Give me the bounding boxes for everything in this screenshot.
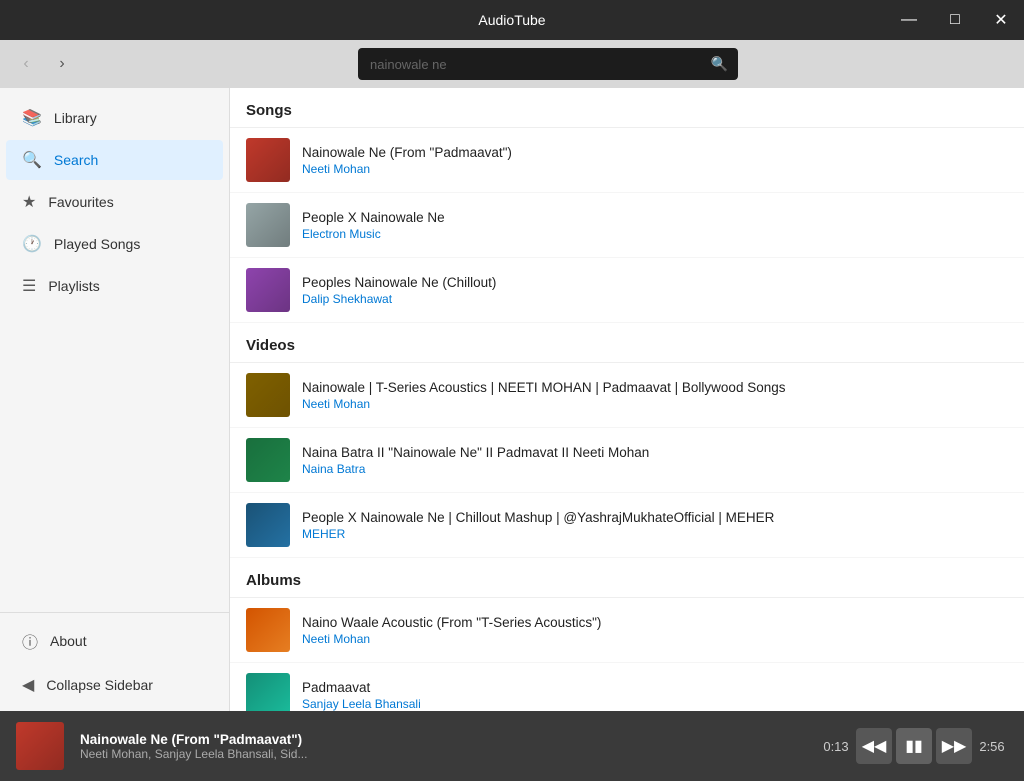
- close-button[interactable]: ✕: [978, 0, 1024, 40]
- list-item[interactable]: Naino Waale Acoustic (From "T-Series Aco…: [230, 598, 1024, 663]
- sidebar-item-library[interactable]: 📚 Library: [6, 98, 223, 138]
- video-info: Nainowale | T-Series Acoustics | NEETI M…: [302, 380, 973, 411]
- sidebar-label-about: About: [50, 633, 87, 649]
- search-input[interactable]: [358, 48, 738, 80]
- album-info: Naino Waale Acoustic (From "T-Series Aco…: [302, 615, 973, 646]
- forward-button[interactable]: ›: [48, 50, 76, 78]
- video-title: Nainowale | T-Series Acoustics | NEETI M…: [302, 380, 973, 395]
- album-artist: Neeti Mohan: [302, 632, 973, 646]
- sidebar-item-playlists[interactable]: ☰ Playlists: [6, 266, 223, 306]
- sidebar-item-search[interactable]: 🔍 Search: [6, 140, 223, 180]
- video-info: Naina Batra II "Nainowale Ne" II Padmava…: [302, 445, 973, 476]
- section-title-songs: Songs: [230, 88, 1024, 128]
- album-title: Padmaavat: [302, 680, 973, 695]
- album-info: Padmaavat Sanjay Leela Bhansali: [302, 680, 973, 711]
- sidebar-item-favourites[interactable]: ★ Favourites: [6, 182, 223, 222]
- window-controls: — □ ✕: [886, 0, 1024, 40]
- search-icon: 🔍: [711, 56, 728, 73]
- sidebar-item-about[interactable]: ⓘ About: [6, 619, 223, 663]
- song-thumbnail: [246, 268, 290, 312]
- content-area: Songs Nainowale Ne (From "Padmaavat") Ne…: [230, 88, 1024, 711]
- sidebar-item-collapse[interactable]: ◀ Collapse Sidebar: [6, 665, 223, 705]
- favourites-icon: ★: [22, 192, 36, 212]
- song-title: People X Nainowale Ne: [302, 210, 973, 225]
- sidebar-item-played-songs[interactable]: 🕐 Played Songs: [6, 224, 223, 264]
- song-artist: Dalip Shekhawat: [302, 292, 973, 306]
- sidebar-label-favourites: Favourites: [48, 194, 113, 210]
- video-artist: MEHER: [302, 527, 973, 541]
- album-thumbnail: [246, 608, 290, 652]
- about-icon: ⓘ: [22, 629, 38, 653]
- video-artist: Naina Batra: [302, 462, 973, 476]
- video-thumbnail: [246, 438, 290, 482]
- player-info: Nainowale Ne (From "Padmaavat") Neeti Mo…: [80, 732, 804, 761]
- sidebar-label-playlists: Playlists: [48, 278, 99, 294]
- song-thumbnail: [246, 203, 290, 247]
- video-thumbnail: [246, 503, 290, 547]
- song-title: Peoples Nainowale Ne (Chillout): [302, 275, 973, 290]
- song-thumbnail: [246, 138, 290, 182]
- player-total-time: 2:56: [976, 739, 1008, 754]
- video-thumbnail: [246, 373, 290, 417]
- song-info: People X Nainowale Ne Electron Music: [302, 210, 973, 241]
- previous-button[interactable]: ◀◀: [856, 728, 892, 764]
- album-artist: Sanjay Leela Bhansali: [302, 697, 973, 711]
- list-item[interactable]: Nainowale Ne (From "Padmaavat") Neeti Mo…: [230, 128, 1024, 193]
- minimize-button[interactable]: —: [886, 0, 932, 40]
- maximize-button[interactable]: □: [932, 0, 978, 40]
- toolbar: ‹ › 🔍: [0, 40, 1024, 88]
- list-item[interactable]: People X Nainowale Ne Electron Music ⋮: [230, 193, 1024, 258]
- sidebar: 📚 Library 🔍 Search ★ Favourites 🕐 Played…: [0, 88, 230, 711]
- video-info: People X Nainowale Ne | Chillout Mashup …: [302, 510, 973, 541]
- sidebar-nav: 📚 Library 🔍 Search ★ Favourites 🕐 Played…: [0, 88, 229, 612]
- list-item[interactable]: Padmaavat Sanjay Leela Bhansali ⋮: [230, 663, 1024, 711]
- sidebar-label-library: Library: [54, 110, 97, 126]
- album-title: Naino Waale Acoustic (From "T-Series Aco…: [302, 615, 973, 630]
- list-item[interactable]: Nainowale | T-Series Acoustics | NEETI M…: [230, 363, 1024, 428]
- song-info: Nainowale Ne (From "Padmaavat") Neeti Mo…: [302, 145, 973, 176]
- song-artist: Neeti Mohan: [302, 162, 973, 176]
- video-artist: Neeti Mohan: [302, 397, 973, 411]
- sidebar-label-played-songs: Played Songs: [54, 236, 140, 252]
- song-title: Nainowale Ne (From "Padmaavat"): [302, 145, 973, 160]
- library-icon: 📚: [22, 108, 42, 128]
- list-item[interactable]: Peoples Nainowale Ne (Chillout) Dalip Sh…: [230, 258, 1024, 323]
- next-button[interactable]: ▶▶: [936, 728, 972, 764]
- video-title: People X Nainowale Ne | Chillout Mashup …: [302, 510, 973, 525]
- player-thumbnail: [16, 722, 64, 770]
- main-layout: 📚 Library 🔍 Search ★ Favourites 🕐 Played…: [0, 88, 1024, 711]
- pause-button[interactable]: ▮▮: [896, 728, 932, 764]
- search-bar: 🔍: [358, 48, 738, 80]
- playlists-icon: ☰: [22, 276, 36, 296]
- sidebar-label-collapse: Collapse Sidebar: [46, 677, 153, 693]
- sidebar-bottom: ⓘ About ◀ Collapse Sidebar: [0, 612, 229, 711]
- video-title: Naina Batra II "Nainowale Ne" II Padmava…: [302, 445, 973, 460]
- app-title: AudioTube: [478, 12, 545, 28]
- titlebar: AudioTube — □ ✕: [0, 0, 1024, 40]
- song-info: Peoples Nainowale Ne (Chillout) Dalip Sh…: [302, 275, 973, 306]
- sidebar-label-search: Search: [54, 152, 98, 168]
- player-artist: Neeti Mohan, Sanjay Leela Bhansali, Sid.…: [80, 747, 804, 761]
- section-title-videos: Videos: [230, 323, 1024, 363]
- list-item[interactable]: People X Nainowale Ne | Chillout Mashup …: [230, 493, 1024, 558]
- player-bar: Nainowale Ne (From "Padmaavat") Neeti Mo…: [0, 711, 1024, 781]
- player-title: Nainowale Ne (From "Padmaavat"): [80, 732, 804, 747]
- player-current-time: 0:13: [820, 739, 852, 754]
- song-artist: Electron Music: [302, 227, 973, 241]
- album-thumbnail: [246, 673, 290, 711]
- played-songs-icon: 🕐: [22, 234, 42, 254]
- back-button[interactable]: ‹: [12, 50, 40, 78]
- collapse-icon: ◀: [22, 675, 34, 695]
- player-controls: 0:13 ◀◀ ▮▮ ▶▶ 2:56: [820, 728, 1008, 764]
- search-nav-icon: 🔍: [22, 150, 42, 170]
- list-item[interactable]: Naina Batra II "Nainowale Ne" II Padmava…: [230, 428, 1024, 493]
- section-title-albums: Albums: [230, 558, 1024, 598]
